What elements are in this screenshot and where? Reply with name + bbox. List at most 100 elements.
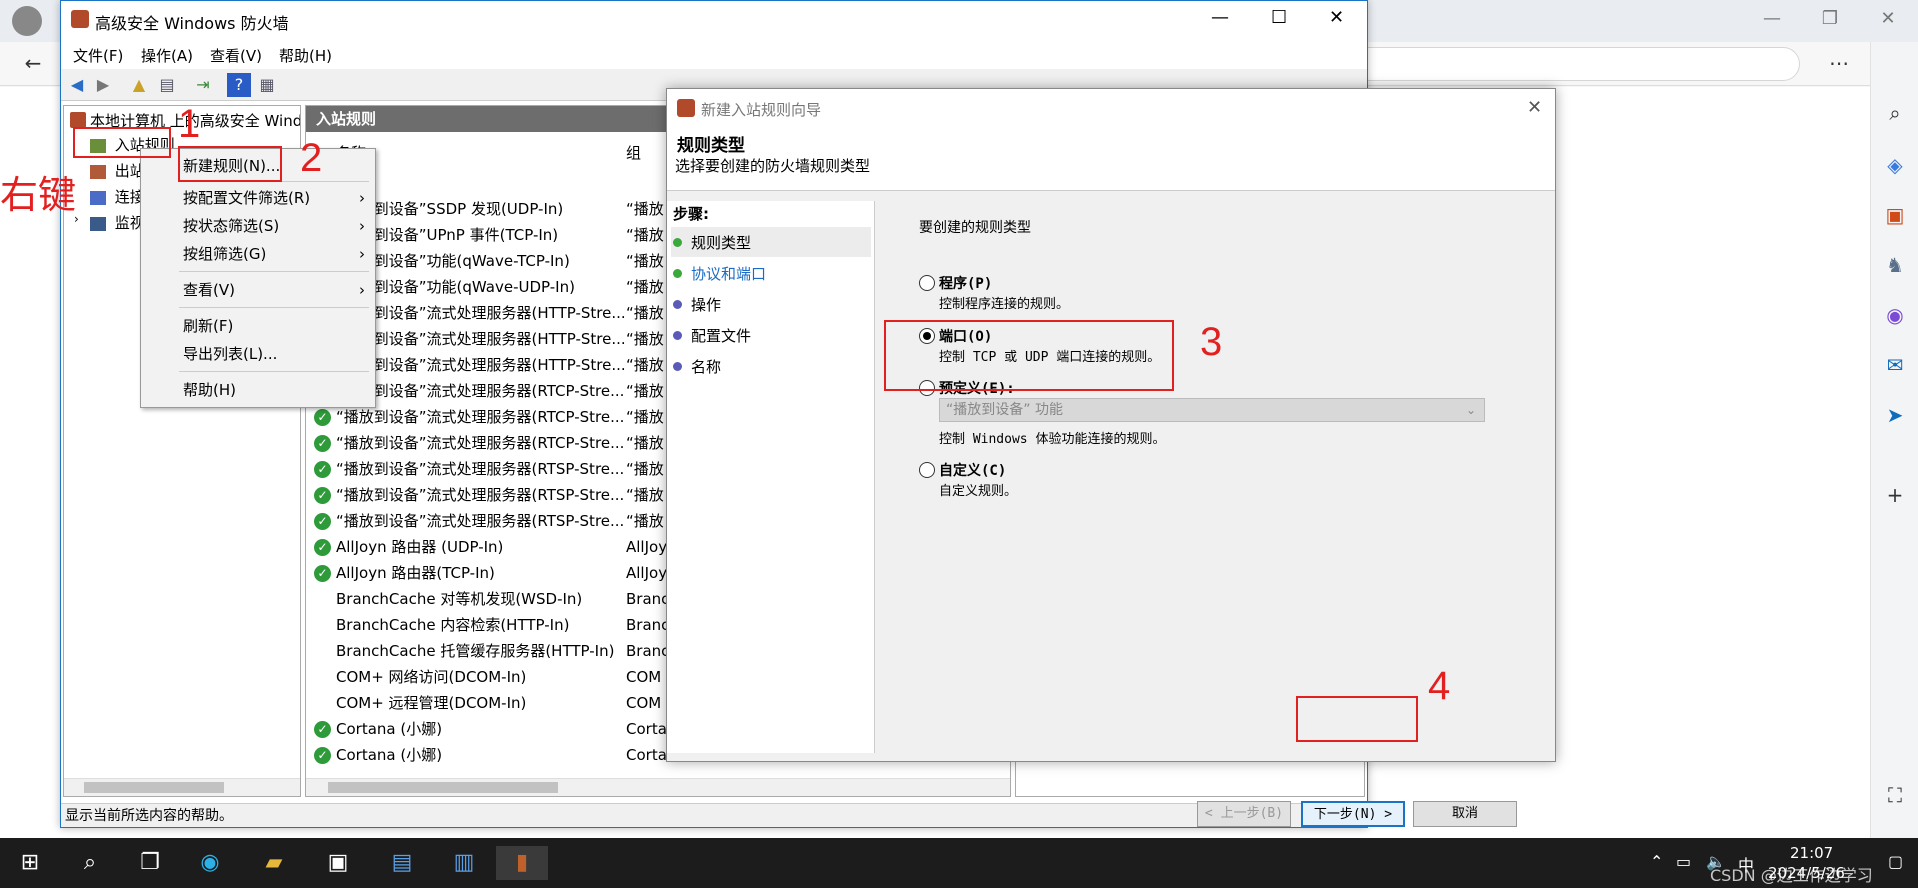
- menu-item-filter-state[interactable]: 按状态筛选(S) ›: [141, 213, 375, 239]
- browser-sidebar: ⌕ ◈ ▣ ♞ ◉ ✉ ➤ + ⛶ ⚙: [1870, 42, 1918, 865]
- menu-separator: [179, 371, 369, 372]
- file-explorer-icon[interactable]: ▰: [254, 846, 294, 880]
- back-icon[interactable]: ←: [18, 48, 48, 78]
- search-icon[interactable]: ⌕: [70, 846, 110, 880]
- folder-up-icon[interactable]: ▲: [127, 73, 151, 97]
- menu-item-filter-profile[interactable]: 按配置文件筛选(R) ›: [141, 185, 375, 211]
- firewall-taskbar-icon[interactable]: ▮: [496, 846, 548, 880]
- menu-item-refresh[interactable]: 刷新(F): [141, 313, 375, 339]
- back-button[interactable]: < 上一步(B): [1197, 801, 1291, 827]
- menu-item-export[interactable]: 导出列表(L)...: [141, 341, 375, 367]
- wizard-app-icon: [677, 99, 695, 117]
- list-h-scrollbar[interactable]: [306, 778, 1010, 796]
- edge-browser-icon[interactable]: ◉: [190, 846, 230, 880]
- rule-type-question: 要创建的规则类型: [919, 220, 1031, 236]
- browser-close-icon[interactable]: ✕: [1866, 8, 1910, 29]
- start-icon[interactable]: ⊞: [10, 846, 50, 880]
- menu-file[interactable]: 文件(F): [73, 45, 123, 66]
- network-icon[interactable]: ▭: [1676, 852, 1691, 871]
- option-custom-desc: 自定义规则。: [939, 484, 1018, 499]
- scroll-thumb[interactable]: [328, 782, 558, 793]
- enabled-check-icon: ✓: [314, 539, 331, 556]
- menu-separator: [179, 271, 369, 272]
- wizard-close-icon[interactable]: ✕: [1527, 97, 1542, 118]
- tree-item-connection[interactable]: 连接: [90, 186, 145, 207]
- maximize-icon[interactable]: ☐: [1271, 7, 1287, 28]
- chess-icon[interactable]: ♞: [1880, 250, 1910, 280]
- step-dot-icon: [673, 331, 682, 340]
- enabled-check-icon: ✓: [314, 565, 331, 582]
- option-program-label[interactable]: 程序(P): [939, 273, 992, 293]
- send-icon[interactable]: ➤: [1880, 400, 1910, 430]
- option-custom-label[interactable]: 自定义(C): [939, 460, 1006, 480]
- menu-help[interactable]: 帮助(H): [279, 45, 332, 66]
- close-icon[interactable]: ✕: [1329, 7, 1344, 28]
- annotation-number-4: 4: [1428, 664, 1451, 708]
- annotation-box-inbound: [73, 127, 171, 158]
- menu-item-help[interactable]: 帮助(H): [141, 377, 375, 403]
- enabled-check-icon: ✓: [314, 721, 331, 738]
- browser-minimize-icon[interactable]: —: [1750, 8, 1794, 29]
- wizard-heading: 规则类型: [677, 136, 745, 156]
- enabled-check-icon: ✓: [314, 487, 331, 504]
- search-icon[interactable]: ⌕: [1880, 98, 1910, 128]
- minimize-icon[interactable]: —: [1211, 7, 1229, 28]
- menu-item-view[interactable]: 查看(V) ›: [141, 277, 375, 303]
- tree-item-monitor[interactable]: 监视: [90, 212, 145, 233]
- annotation-right-click: 右键: [0, 175, 77, 217]
- steps-label: 步骤:: [673, 205, 709, 223]
- new-inbound-rule-wizard: 新建入站规则向导 ✕ 规则类型 选择要创建的防火墙规则类型 步骤: 规则类型 协…: [666, 88, 1556, 827]
- tag-icon[interactable]: ◈: [1880, 150, 1910, 180]
- help-icon[interactable]: ?: [227, 73, 251, 97]
- back-arrow-icon[interactable]: ◀: [65, 73, 89, 97]
- wizard-body: 步骤: 规则类型 协议和端口 操作 配置文件 名称 要创建的规则类型 程序(P)…: [667, 191, 1555, 827]
- server-manager-icon[interactable]: ▣: [318, 846, 358, 880]
- wizard-title-bar: 新建入站规则向导 ✕: [667, 89, 1555, 129]
- menu-action[interactable]: 操作(A): [141, 45, 193, 66]
- office-icon[interactable]: ◉: [1880, 300, 1910, 330]
- tree-h-scrollbar[interactable]: [64, 778, 300, 796]
- radio-program[interactable]: [919, 275, 935, 291]
- screenshot-icon[interactable]: ⛶: [1880, 780, 1910, 810]
- menu-separator: [179, 307, 369, 308]
- radio-custom[interactable]: [919, 462, 935, 478]
- address-bar[interactable]: [1340, 47, 1800, 81]
- export-icon[interactable]: ⇥: [191, 73, 215, 97]
- browser-restore-icon[interactable]: ❐: [1808, 8, 1852, 29]
- scroll-thumb[interactable]: [84, 782, 224, 793]
- task-view-icon[interactable]: ❐: [130, 846, 170, 880]
- control-panel-icon[interactable]: ▥: [444, 846, 484, 880]
- connection-rules-icon: [90, 190, 106, 205]
- notification-icon[interactable]: ▢: [1888, 852, 1903, 871]
- annotation-number-3: 3: [1200, 320, 1223, 364]
- profile-avatar[interactable]: [12, 6, 42, 36]
- wizard-subheading: 选择要创建的防火墙规则类型: [675, 157, 871, 175]
- menu-view[interactable]: 查看(V): [210, 45, 262, 66]
- more-icon[interactable]: ⋯: [1824, 48, 1854, 78]
- firewall-title: 高级安全 Windows 防火墙: [95, 14, 289, 33]
- toolbox-icon[interactable]: ▣: [1880, 200, 1910, 230]
- step-protocol-port[interactable]: 协议和端口: [673, 263, 766, 284]
- forward-arrow-icon[interactable]: ▶: [91, 73, 115, 97]
- next-button[interactable]: 下一步(N) >: [1301, 801, 1405, 827]
- step-dot-icon: [673, 300, 682, 309]
- enabled-check-icon: ✓: [314, 513, 331, 530]
- show-tree-icon[interactable]: ▤: [155, 73, 179, 97]
- step-dot-icon: [673, 269, 682, 278]
- column-header-group[interactable]: 组: [626, 142, 641, 163]
- enabled-check-icon: ✓: [314, 461, 331, 478]
- menu-item-filter-group[interactable]: 按组筛选(G) ›: [141, 241, 375, 267]
- outlook-icon[interactable]: ✉: [1880, 350, 1910, 380]
- option-program-desc: 控制程序连接的规则。: [939, 297, 1070, 312]
- add-icon[interactable]: +: [1880, 480, 1910, 510]
- submenu-arrow-icon: ›: [359, 189, 365, 207]
- action-pane-icon[interactable]: ▦: [255, 73, 279, 97]
- tree-item-outbound[interactable]: 出站: [90, 160, 145, 181]
- taskbar: ⊞ ⌕ ❐ ◉ ▰ ▣ ▤ ▥ ▮ ⌃ ▭ 🔈 中 21:07 2024/5/2…: [0, 838, 1918, 888]
- clock-time[interactable]: 21:07: [1790, 844, 1833, 862]
- app-icon[interactable]: ▤: [382, 846, 422, 880]
- wizard-header: 规则类型 选择要创建的防火墙规则类型: [667, 129, 1555, 191]
- cancel-button[interactable]: 取消: [1413, 801, 1517, 827]
- tray-chevron-icon[interactable]: ⌃: [1650, 852, 1663, 871]
- step-action: 操作: [673, 294, 721, 315]
